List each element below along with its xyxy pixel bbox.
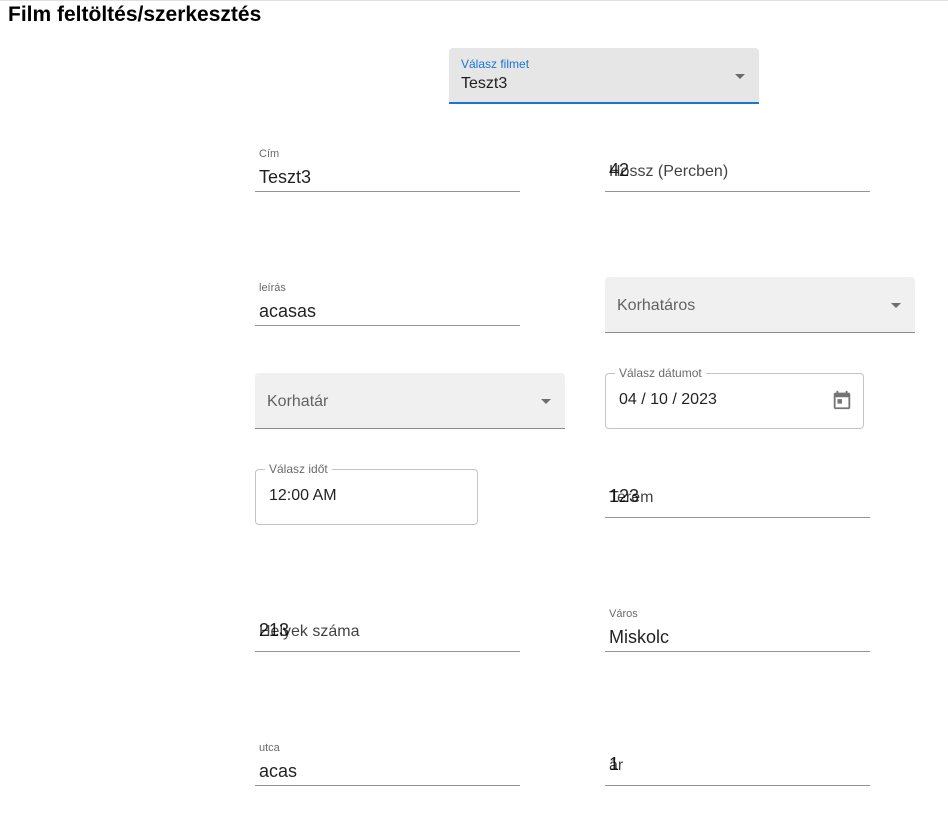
calendar-icon[interactable] (831, 389, 853, 411)
age-restricted-placeholder: Korhatáros (617, 297, 696, 314)
price-field[interactable]: ár 1 (605, 730, 870, 786)
age-restricted-underline (605, 332, 915, 333)
seats-input[interactable]: 213 (259, 619, 289, 641)
age-restricted-select[interactable]: Korhatáros (605, 277, 915, 333)
duration-field[interactable]: Hossz (Percben) 42 (605, 136, 870, 192)
title-label: Cím (259, 148, 280, 160)
description-field[interactable]: leírás acasas (255, 270, 520, 326)
title-underline (255, 191, 520, 192)
room-underline (605, 517, 870, 518)
city-field[interactable]: Város Miskolc (605, 596, 870, 652)
date-picker-field[interactable]: Válasz dátumot 04 / 10 / 2023 (605, 366, 864, 429)
description-label: leírás (259, 282, 286, 294)
street-input[interactable]: acas (259, 760, 297, 782)
street-label: utca (259, 742, 280, 754)
date-picker-label: Válasz dátumot (615, 366, 706, 380)
film-select-underline (449, 102, 759, 104)
room-input[interactable]: 123 (609, 485, 639, 507)
duration-underline (605, 191, 870, 192)
seats-underline (255, 651, 520, 652)
price-underline (605, 785, 870, 786)
title-field[interactable]: Cím Teszt3 (255, 136, 520, 192)
city-label: Város (609, 608, 638, 620)
time-picker-label: Válasz időt (265, 462, 332, 476)
city-input[interactable]: Miskolc (609, 626, 669, 648)
street-underline (255, 785, 520, 786)
city-underline (605, 651, 870, 652)
title-input[interactable]: Teszt3 (259, 166, 311, 188)
dropdown-arrow-icon (735, 74, 745, 79)
age-limit-placeholder: Korhatár (267, 393, 329, 410)
time-picker-field[interactable]: Válasz időt 12:00 AM (255, 462, 478, 525)
street-field[interactable]: utca acas (255, 730, 520, 786)
film-upload-page: Film feltöltés/szerkesztés Válasz filmet… (0, 0, 948, 817)
film-select-value: Teszt3 (461, 75, 508, 92)
dropdown-arrow-icon (541, 399, 551, 404)
age-limit-select[interactable]: Korhatár (255, 373, 565, 429)
dropdown-arrow-icon (891, 303, 901, 308)
description-input[interactable]: acasas (259, 300, 316, 322)
description-underline (255, 325, 520, 326)
seats-field[interactable]: Helyek száma 213 (255, 596, 520, 652)
film-select-label: Válasz filmet (461, 57, 530, 71)
time-picker-input[interactable]: 12:00 AM (269, 486, 337, 506)
date-picker-input[interactable]: 04 / 10 / 2023 (619, 390, 717, 410)
room-field[interactable]: Terem 123 (605, 462, 870, 518)
page-title: Film feltöltés/szerkesztés (8, 3, 262, 26)
duration-input[interactable]: 42 (609, 159, 629, 181)
film-select[interactable]: Válasz filmet Teszt3 (449, 48, 759, 104)
price-input[interactable]: 1 (609, 753, 619, 775)
age-limit-underline (255, 428, 565, 429)
